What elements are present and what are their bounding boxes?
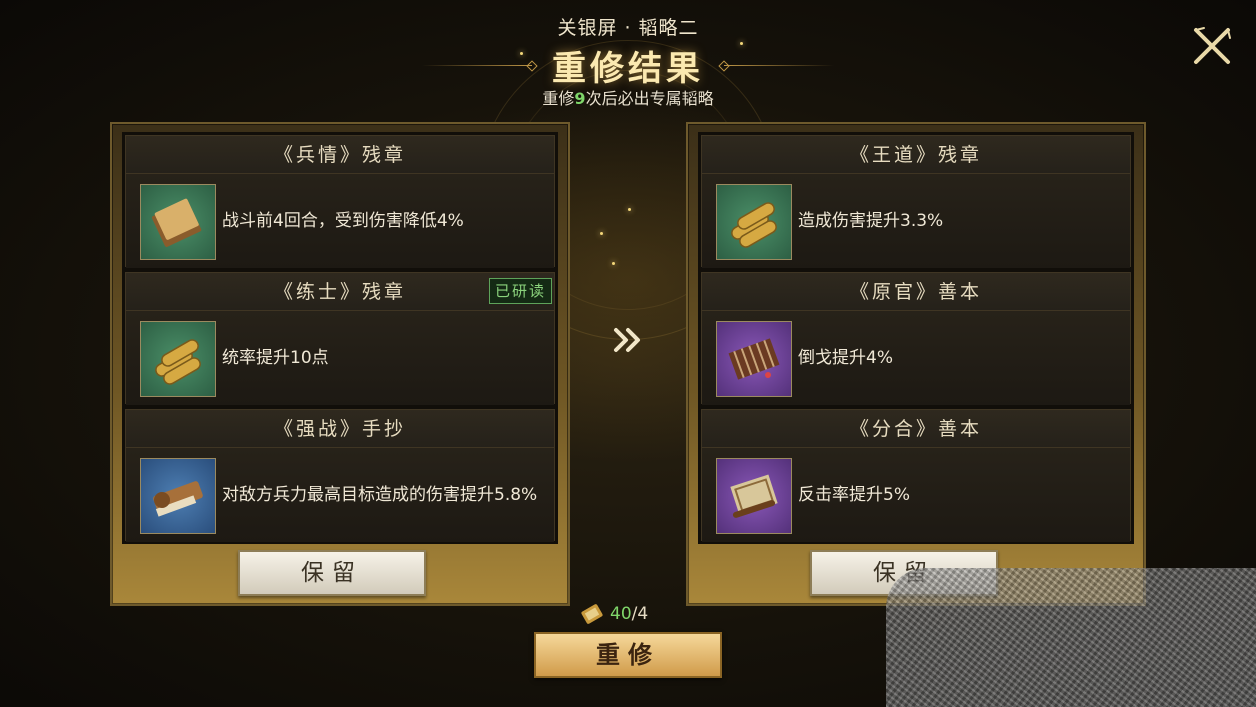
strategy-name-row: 《练士》残章 已研读 (126, 273, 554, 311)
sparkle (628, 208, 631, 211)
slot-body: 对敌方兵力最高目标造成的伤害提升5.8% (126, 448, 554, 542)
bamboo-book-icon (716, 321, 792, 397)
strategy-effect: 反击率提升5% (798, 485, 910, 505)
slot-body: 统率提升10点 (126, 311, 554, 405)
double-chevron-right-icon (610, 326, 646, 354)
page-subtitle: 关银屏 · 韬略二 (557, 17, 699, 39)
scroll-bundle-icon (140, 321, 216, 397)
close-button[interactable] (1190, 24, 1234, 68)
strategy-effect: 造成伤害提升3.3% (798, 211, 944, 231)
header: 关银屏 · 韬略二 重修结果 重修9次后必出专属韬略 (0, 14, 1256, 110)
strategy-slot[interactable]: 《原官》善本 倒戈提升4% (701, 272, 1131, 405)
slot-body: 倒戈提升4% (702, 311, 1130, 405)
close-icon (1194, 27, 1231, 64)
strategy-name: 《原官》善本 (702, 273, 1130, 311)
strategy-name: 《练士》残章 (273, 281, 406, 303)
hint-suffix: 次后必出专属韬略 (585, 89, 714, 108)
cost-required: /4 (631, 604, 649, 624)
strategy-slot[interactable]: 《分合》善本 反击率提升5% (701, 409, 1131, 542)
title-divider-left (422, 64, 532, 66)
keep-current-button[interactable]: 保留 (238, 550, 426, 596)
strategy-name: 《王道》残章 (702, 136, 1130, 174)
strategy-name: 《强战》手抄 (126, 410, 554, 448)
scroll-bundle-icon (716, 184, 792, 260)
sparkle (600, 232, 603, 235)
title-divider-right (724, 64, 834, 66)
current-result-panel: 《兵情》残章 战斗前4回合，受到伤害降低4% 《练士》残章 已研读 统率提升10… (110, 122, 570, 606)
strategy-slot[interactable]: 《练士》残章 已研读 统率提升10点 (125, 272, 555, 405)
slot-list: 《兵情》残章 战斗前4回合，受到伤害降低4% 《练士》残章 已研读 统率提升10… (122, 132, 558, 544)
guarantee-hint: 重修9次后必出专属韬略 (0, 88, 1256, 110)
scroll-token-icon (581, 604, 603, 624)
hint-prefix: 重修 (542, 89, 575, 108)
slot-body: 战斗前4回合，受到伤害降低4% (126, 174, 554, 268)
slot-list: 《王道》残章 造成伤害提升3.3% 《原官》善本 倒戈提升4% 《分合》善本 反… (698, 132, 1134, 544)
strategy-effect: 倒戈提升4% (798, 348, 893, 368)
strategy-slot[interactable]: 《兵情》残章 战斗前4回合，受到伤害降低4% (125, 135, 555, 268)
strategy-slot[interactable]: 《强战》手抄 对敌方兵力最高目标造成的伤害提升5.8% (125, 409, 555, 542)
book-icon (140, 184, 216, 260)
strategy-slot[interactable]: 《王道》残章 造成伤害提升3.3% (701, 135, 1131, 268)
bamboo-scroll-icon (140, 458, 216, 534)
reforge-cost: 40/4 (580, 601, 648, 627)
page-title: 重修结果 (552, 48, 704, 89)
studied-badge: 已研读 (488, 278, 552, 304)
strategy-name: 《兵情》残章 (126, 136, 554, 174)
strategy-name: 《分合》善本 (702, 410, 1130, 448)
noise-overlay (886, 568, 1256, 707)
strategy-effect: 对敌方兵力最高目标造成的伤害提升5.8% (222, 485, 538, 505)
slot-body: 造成伤害提升3.3% (702, 174, 1130, 268)
open-scroll-icon (716, 458, 792, 534)
strategy-effect: 统率提升10点 (222, 348, 329, 368)
new-result-panel: 《王道》残章 造成伤害提升3.3% 《原官》善本 倒戈提升4% 《分合》善本 反… (686, 122, 1146, 606)
sparkle (612, 262, 615, 265)
reforge-button[interactable]: 重修 (534, 632, 722, 678)
hint-count: 9 (574, 89, 586, 108)
slot-body: 反击率提升5% (702, 448, 1130, 542)
cost-owned: 40 (610, 604, 632, 624)
strategy-effect: 战斗前4回合，受到伤害降低4% (222, 211, 464, 231)
title-row: 重修结果 (0, 42, 1256, 89)
